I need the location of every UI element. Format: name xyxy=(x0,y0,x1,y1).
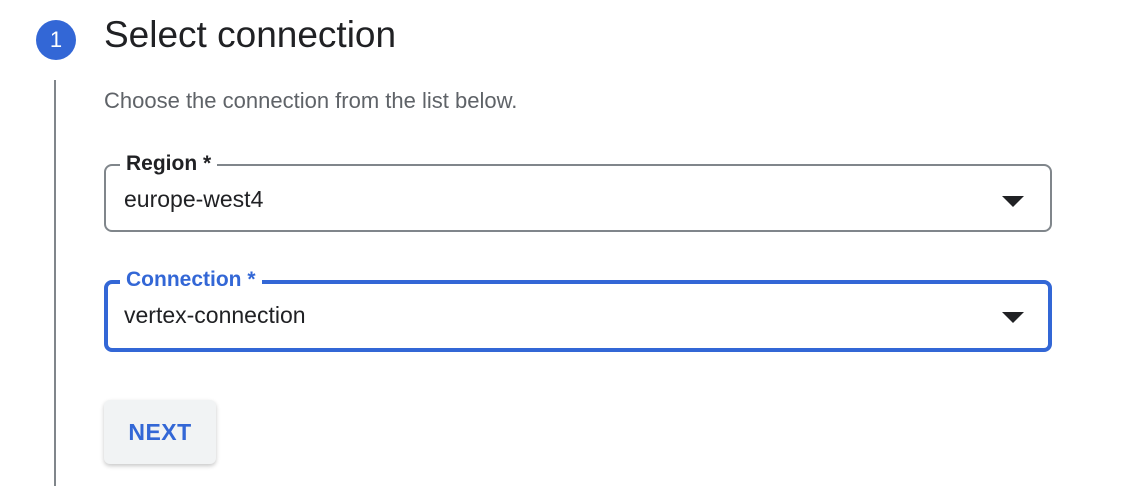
stepper-page: 1 Select connection Choose the connectio… xyxy=(0,0,1136,486)
connection-label: Connection * xyxy=(120,265,262,295)
region-label: Region * xyxy=(120,149,218,179)
connection-value: vertex-connection xyxy=(124,302,306,328)
step-description: Choose the connection from the list belo… xyxy=(104,88,518,113)
step-number-badge: 1 xyxy=(36,20,76,60)
next-button[interactable]: NEXT xyxy=(104,400,216,464)
connection-select[interactable]: Connection * vertex-connection xyxy=(104,265,1052,352)
region-value: europe-west4 xyxy=(124,186,264,212)
region-select[interactable]: Region * europe-west4 xyxy=(104,149,1052,232)
step-number: 1 xyxy=(49,27,63,52)
step-connector-line xyxy=(54,80,56,486)
arrow-drop-down-icon[interactable] xyxy=(1002,312,1024,323)
step-title: Select connection xyxy=(104,14,397,55)
arrow-drop-down-icon[interactable] xyxy=(1002,196,1024,207)
